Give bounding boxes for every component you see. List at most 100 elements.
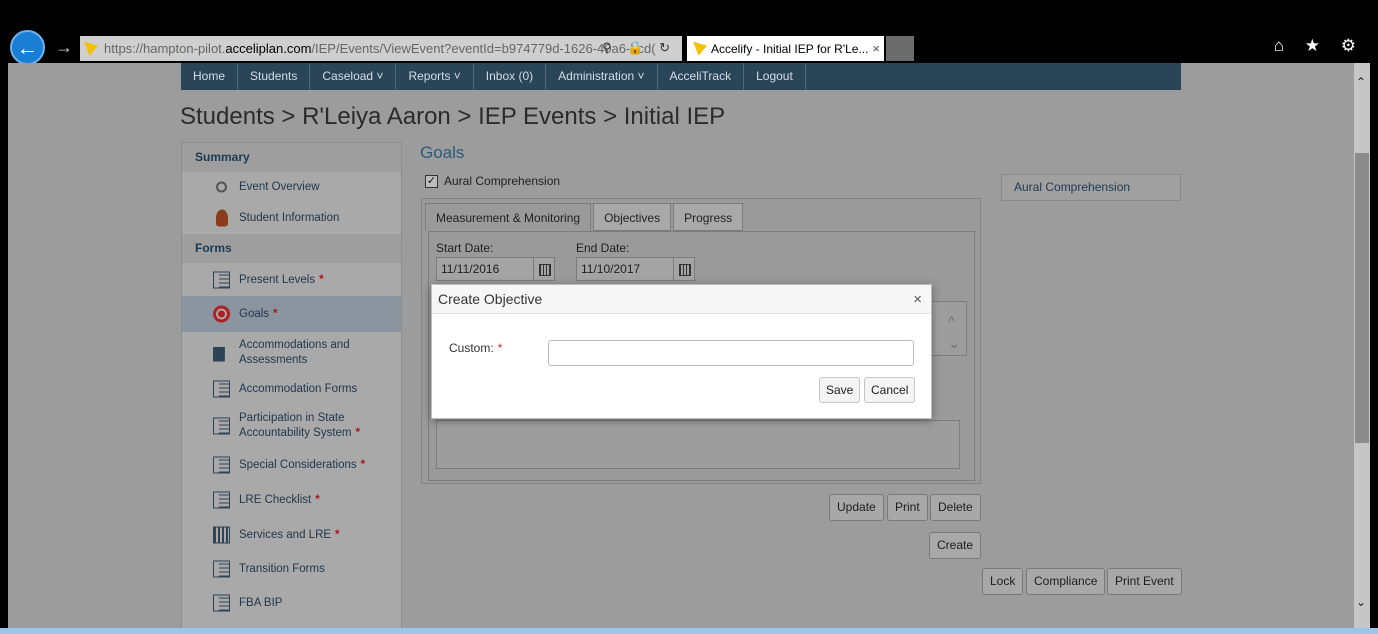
required-marker: *	[355, 427, 360, 439]
sidebar-item-accommodations[interactable]: Accommodations and Assessments	[182, 332, 401, 374]
nav-caseload[interactable]: Caseload ˅	[310, 63, 397, 90]
sidebar-item-label: LRE Checklist	[239, 493, 312, 506]
new-tab-button[interactable]	[886, 36, 914, 61]
nav-home[interactable]: Home	[181, 63, 239, 90]
sidebar-item-label: Student Information	[239, 212, 340, 224]
required-marker: *	[360, 459, 366, 471]
text-area-scroll[interactable]: ^ ⌄	[927, 301, 967, 356]
scroll-up-icon[interactable]: ⌃	[1356, 75, 1366, 89]
sidebar-item-label: Accommodation Forms	[239, 383, 358, 395]
tab-bar: Measurement & Monitoring Objectives Prog…	[425, 203, 745, 231]
window-bottom-border	[0, 628, 1378, 634]
sidebar-item-participation[interactable]: Participation in State Accountability Sy…	[182, 404, 401, 448]
tab-favicon-icon	[693, 41, 707, 56]
calendar-icon	[213, 526, 230, 543]
nav-administration[interactable]: Administration ˅	[546, 63, 658, 90]
list-icon	[213, 560, 230, 578]
print-event-button[interactable]: Print Event	[1107, 568, 1182, 595]
end-date-input[interactable]: 11/10/2017	[576, 257, 674, 281]
address-bar[interactable]: https://hampton-pilot. acceliplan.com/IEP…	[80, 36, 682, 61]
goal-checkbox-row[interactable]: ✓ Aural Comprehension	[425, 174, 560, 188]
site-favicon-icon	[84, 41, 98, 56]
custom-objective-input[interactable]	[548, 340, 914, 366]
text-area[interactable]	[436, 420, 960, 469]
list-icon	[213, 380, 230, 398]
sidebar: Summary Event Overview Student Informati…	[181, 142, 402, 628]
sidebar-item-transition-forms[interactable]: Transition Forms	[182, 552, 401, 586]
browser-tab[interactable]: Accelify - Initial IEP for R'Le... ×	[687, 36, 884, 61]
compliance-button[interactable]: Compliance	[1026, 568, 1106, 595]
url-prefix: https://hampton-pilot.	[104, 41, 226, 56]
nav-reports[interactable]: Reports ˅	[396, 63, 474, 90]
update-button[interactable]: Update	[829, 494, 884, 521]
sidebar-item-services-lre[interactable]: Services and LRE *	[182, 517, 401, 552]
cancel-button[interactable]: Cancel	[864, 377, 916, 403]
address-bar-icons[interactable]: ⚲ 🔒 ↻	[602, 40, 676, 56]
nav-inbox[interactable]: Inbox (0)	[474, 63, 547, 90]
sidebar-item-label: Goals	[239, 308, 270, 320]
calendar-icon[interactable]	[533, 257, 555, 281]
sidebar-item-special-considerations[interactable]: Special Considerations *	[182, 448, 401, 482]
start-date-input[interactable]: 11/11/2016	[436, 257, 534, 281]
tab-progress[interactable]: Progress	[673, 203, 744, 231]
goal-checkbox[interactable]: ✓	[425, 174, 438, 188]
sidebar-item-goals[interactable]: Goals *	[182, 296, 401, 332]
custom-label-text: Custom:	[449, 341, 494, 355]
tab-title: Accelify - Initial IEP for R'Le...	[711, 41, 869, 56]
sidebar-item-student-information[interactable]: Student Information	[182, 202, 401, 234]
list-icon	[213, 456, 230, 474]
required-marker: *	[273, 308, 278, 320]
tab-close-icon[interactable]: ×	[872, 41, 880, 56]
sidebar-item-present-levels[interactable]: Present Levels *	[182, 263, 401, 296]
sidebar-item-label: Participation in State	[239, 412, 345, 424]
required-marker: *	[315, 493, 320, 506]
sidebar-item-label: Present Levels	[239, 273, 316, 286]
print-button[interactable]: Print	[887, 494, 928, 521]
create-button[interactable]: Create	[929, 532, 982, 559]
required-marker: *	[335, 528, 340, 541]
lock-button[interactable]: Lock	[982, 568, 1024, 595]
sidebar-item-label-line2: Assessments	[239, 354, 308, 366]
sidebar-item-label: Transition Forms	[239, 563, 325, 575]
required-marker: *	[497, 341, 503, 355]
tab-measurement-monitoring[interactable]: Measurement & Monitoring	[425, 203, 592, 231]
list-icon	[213, 491, 230, 508]
save-button[interactable]: Save	[819, 377, 861, 403]
top-navigation: Home Students Caseload ˅ Reports ˅ Inbox…	[181, 63, 1181, 90]
list-icon	[213, 271, 230, 288]
user-icon	[216, 209, 228, 227]
goal-list-item[interactable]: Aural Comprehension	[1001, 174, 1181, 201]
nav-accelitrack[interactable]: AcceliTrack	[658, 63, 745, 90]
scroll-down-icon[interactable]: ⌄	[1356, 595, 1366, 609]
nav-logout[interactable]: Logout	[744, 63, 806, 90]
scroll-arrows-icon: ^ ⌄	[948, 313, 960, 351]
forward-arrow-icon[interactable]: →	[55, 37, 73, 58]
goal-checkbox-label: Aural Comprehension	[444, 174, 561, 188]
nav-students[interactable]: Students	[238, 63, 311, 90]
home-favorites-settings-icons[interactable]: ⌂ ★ ⚙	[1274, 36, 1364, 56]
breadcrumb: Students > R'Leiya Aaron > IEP Events > …	[180, 103, 726, 130]
dialog-title: Create Objective	[432, 285, 931, 314]
sidebar-item-label: Accommodations and	[239, 339, 350, 351]
page-scrollbar[interactable]: ⌃ ⌄	[1354, 63, 1370, 628]
target-icon	[213, 305, 230, 323]
required-marker: *	[319, 273, 324, 286]
tab-objectives[interactable]: Objectives	[593, 203, 672, 231]
scrollbar-thumb[interactable]	[1355, 153, 1369, 443]
sidebar-item-label: Special Considerations	[239, 459, 357, 471]
sidebar-item-label: Event Overview	[239, 181, 320, 193]
delete-button[interactable]: Delete	[930, 494, 981, 521]
back-arrow-icon[interactable]: ←	[10, 30, 45, 65]
sidebar-item-label: Services and LRE	[239, 528, 332, 541]
start-date-label: Start Date:	[436, 241, 494, 255]
close-icon[interactable]: ×	[913, 291, 922, 308]
sidebar-item-event-overview[interactable]: Event Overview	[182, 172, 401, 202]
sidebar-heading-summary: Summary	[182, 143, 401, 172]
sidebar-item-accommodation-forms[interactable]: Accommodation Forms	[182, 374, 401, 404]
url-host: acceliplan.com	[225, 41, 312, 56]
calendar-icon[interactable]	[673, 257, 695, 281]
sidebar-item-fba-bip[interactable]: FBA BIP	[182, 586, 401, 620]
create-objective-dialog: Create Objective × Custom: * Save Cancel	[431, 284, 932, 419]
browser-chrome: ← → https://hampton-pilot. acceliplan.com…	[0, 0, 1378, 65]
sidebar-item-lre-checklist[interactable]: LRE Checklist *	[182, 482, 401, 517]
